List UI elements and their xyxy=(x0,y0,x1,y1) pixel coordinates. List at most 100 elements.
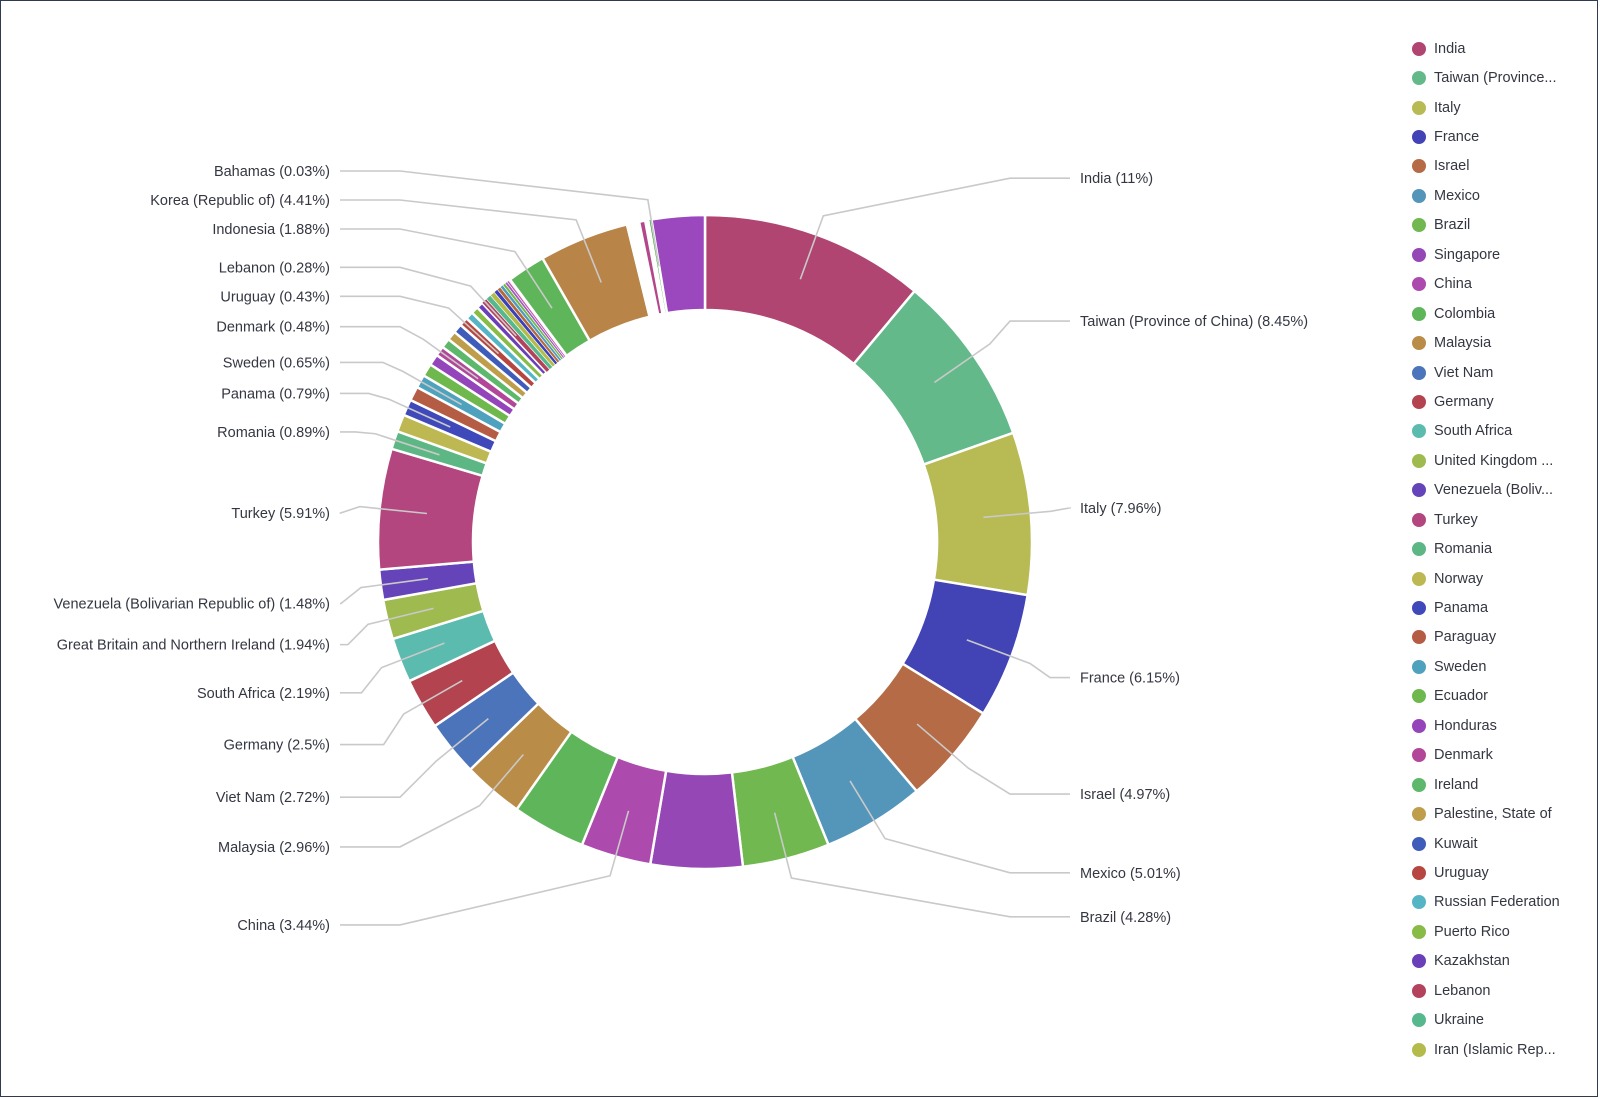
legend-item-label: Kazakhstan xyxy=(1434,953,1510,970)
slice-label-denmark: Denmark (0.48%) xyxy=(216,320,330,336)
slice-label-south-africa: South Africa (2.19%) xyxy=(197,686,330,702)
legend-swatch-icon xyxy=(1412,542,1426,557)
legend-item-label: France xyxy=(1434,129,1480,146)
legend-swatch-icon xyxy=(1412,365,1426,380)
slice-label-bahamas: Bahamas (0.03%) xyxy=(214,164,330,180)
legend-item-label: Turkey xyxy=(1434,511,1478,528)
legend-item-romania[interactable]: Romania xyxy=(1412,534,1592,563)
legend-swatch-icon xyxy=(1412,777,1426,792)
legend-item-label: Ukraine xyxy=(1434,1012,1484,1029)
slice-label-lebanon: Lebanon (0.28%) xyxy=(219,260,330,276)
legend-item-label: Puerto Rico xyxy=(1434,923,1510,940)
legend-item-italy[interactable]: Italy xyxy=(1412,93,1592,122)
legend-item-denmark[interactable]: Denmark xyxy=(1412,741,1592,770)
legend-swatch-icon xyxy=(1412,71,1426,86)
legend-item-france[interactable]: France xyxy=(1412,122,1592,151)
legend-item-venezuela-boliv[interactable]: Venezuela (Boliv... xyxy=(1412,476,1592,505)
legend-item-russian-federation[interactable]: Russian Federation xyxy=(1412,888,1592,917)
legend-item-label: Lebanon xyxy=(1434,982,1491,999)
legend-swatch-icon xyxy=(1412,924,1426,939)
legend-item-norway[interactable]: Norway xyxy=(1412,564,1592,593)
legend-swatch-icon xyxy=(1412,159,1426,174)
legend-swatch-icon xyxy=(1412,512,1426,527)
legend-item-label: Mexico xyxy=(1434,187,1480,204)
legend-item-label: Italy xyxy=(1434,99,1461,116)
legend-swatch-icon xyxy=(1412,394,1426,409)
legend-item-kazakhstan[interactable]: Kazakhstan xyxy=(1412,947,1592,976)
legend-swatch-icon xyxy=(1412,807,1426,822)
legend-item-label: Ireland xyxy=(1434,776,1479,793)
legend-swatch-icon xyxy=(1412,689,1426,704)
legend-swatch-icon xyxy=(1412,601,1426,616)
legend-swatch-icon xyxy=(1412,571,1426,586)
legend-item-china[interactable]: China xyxy=(1412,270,1592,299)
legend-swatch-icon xyxy=(1412,188,1426,203)
legend-swatch-icon xyxy=(1412,718,1426,733)
legend-item-brazil[interactable]: Brazil xyxy=(1412,211,1592,240)
slice-label-indonesia: Indonesia (1.88%) xyxy=(212,222,330,238)
legend-item-label: Taiwan (Province... xyxy=(1434,70,1557,87)
legend-item-india[interactable]: India xyxy=(1412,34,1592,63)
legend-item-puerto-rico[interactable]: Puerto Rico xyxy=(1412,917,1592,946)
legend: India Taiwan (Province... Italy France Israe… xyxy=(1412,34,1592,1064)
legend-item-turkey[interactable]: Turkey xyxy=(1412,505,1592,534)
legend-swatch-icon xyxy=(1412,306,1426,321)
legend-swatch-icon xyxy=(1412,895,1426,910)
legend-swatch-icon xyxy=(1412,41,1426,56)
legend-item-palestine-state-of[interactable]: Palestine, State of xyxy=(1412,799,1592,828)
legend-item-viet-nam[interactable]: Viet Nam xyxy=(1412,358,1592,387)
slice-label-korea-republic-of: Korea (Republic of) (4.41%) xyxy=(150,193,330,209)
legend-item-label: Norway xyxy=(1434,570,1484,587)
slice-label-sweden: Sweden (0.65%) xyxy=(223,355,330,371)
legend-item-label: South Africa xyxy=(1434,423,1513,440)
legend-item-united-kingdom[interactable]: United Kingdom ... xyxy=(1412,446,1592,475)
legend-item-label: China xyxy=(1434,276,1472,293)
legend-item-paraguay[interactable]: Paraguay xyxy=(1412,623,1592,652)
legend-item-south-africa[interactable]: South Africa xyxy=(1412,417,1592,446)
slice-label-israel: Israel (4.97%) xyxy=(1080,787,1170,803)
legend-item-label: Viet Nam xyxy=(1434,364,1494,381)
legend-item-ireland[interactable]: Ireland xyxy=(1412,770,1592,799)
legend-item-singapore[interactable]: Singapore xyxy=(1412,240,1592,269)
slice-label-viet-nam: Viet Nam (2.72%) xyxy=(216,790,330,806)
slice-label-france: France (6.15%) xyxy=(1080,671,1180,687)
legend-item-label: Israel xyxy=(1434,158,1470,175)
legend-swatch-icon xyxy=(1412,836,1426,851)
slices-layer xyxy=(376,213,1034,871)
legend-item-label: Ecuador xyxy=(1434,688,1489,705)
legend-item-ukraine[interactable]: Ukraine xyxy=(1412,1005,1592,1034)
legend-swatch-icon xyxy=(1412,659,1426,674)
slice-label-china: China (3.44%) xyxy=(237,918,330,934)
legend-item-sweden[interactable]: Sweden xyxy=(1412,652,1592,681)
legend-item-uruguay[interactable]: Uruguay xyxy=(1412,858,1592,887)
legend-item-malaysia[interactable]: Malaysia xyxy=(1412,328,1592,357)
legend-item-label: Panama xyxy=(1434,600,1489,617)
legend-item-label: Brazil xyxy=(1434,217,1471,234)
legend-item-taiwan-province[interactable]: Taiwan (Province... xyxy=(1412,63,1592,92)
slice-label-taiwan-province-of-china: Taiwan (Province of China) (8.45%) xyxy=(1080,314,1308,330)
legend-item-panama[interactable]: Panama xyxy=(1412,593,1592,622)
legend-item-label: Palestine, State of xyxy=(1434,806,1552,823)
legend-item-label: Colombia xyxy=(1434,305,1496,322)
legend-item-label: Iran (Islamic Rep... xyxy=(1434,1041,1556,1058)
legend-item-israel[interactable]: Israel xyxy=(1412,152,1592,181)
legend-item-label: Honduras xyxy=(1434,717,1497,734)
slice-label-mexico: Mexico (5.01%) xyxy=(1080,866,1181,882)
legend-item-label: Kuwait xyxy=(1434,835,1478,852)
legend-item-germany[interactable]: Germany xyxy=(1412,387,1592,416)
legend-swatch-icon xyxy=(1412,100,1426,115)
legend-swatch-icon xyxy=(1412,424,1426,439)
legend-item-ecuador[interactable]: Ecuador xyxy=(1412,682,1592,711)
legend-item-label: Venezuela (Boliv... xyxy=(1434,482,1554,499)
legend-item-kuwait[interactable]: Kuwait xyxy=(1412,829,1592,858)
slice-label-panama: Panama (0.79%) xyxy=(221,386,330,402)
legend-item-iran-islamic-rep[interactable]: Iran (Islamic Rep... xyxy=(1412,1035,1592,1064)
legend-item-colombia[interactable]: Colombia xyxy=(1412,299,1592,328)
slice-label-india: India (11%) xyxy=(1080,171,1153,187)
legend-swatch-icon xyxy=(1412,983,1426,998)
slice-label-italy: Italy (7.96%) xyxy=(1080,501,1161,517)
legend-swatch-icon xyxy=(1412,277,1426,292)
legend-item-honduras[interactable]: Honduras xyxy=(1412,711,1592,740)
legend-item-mexico[interactable]: Mexico xyxy=(1412,181,1592,210)
legend-item-lebanon[interactable]: Lebanon xyxy=(1412,976,1592,1005)
